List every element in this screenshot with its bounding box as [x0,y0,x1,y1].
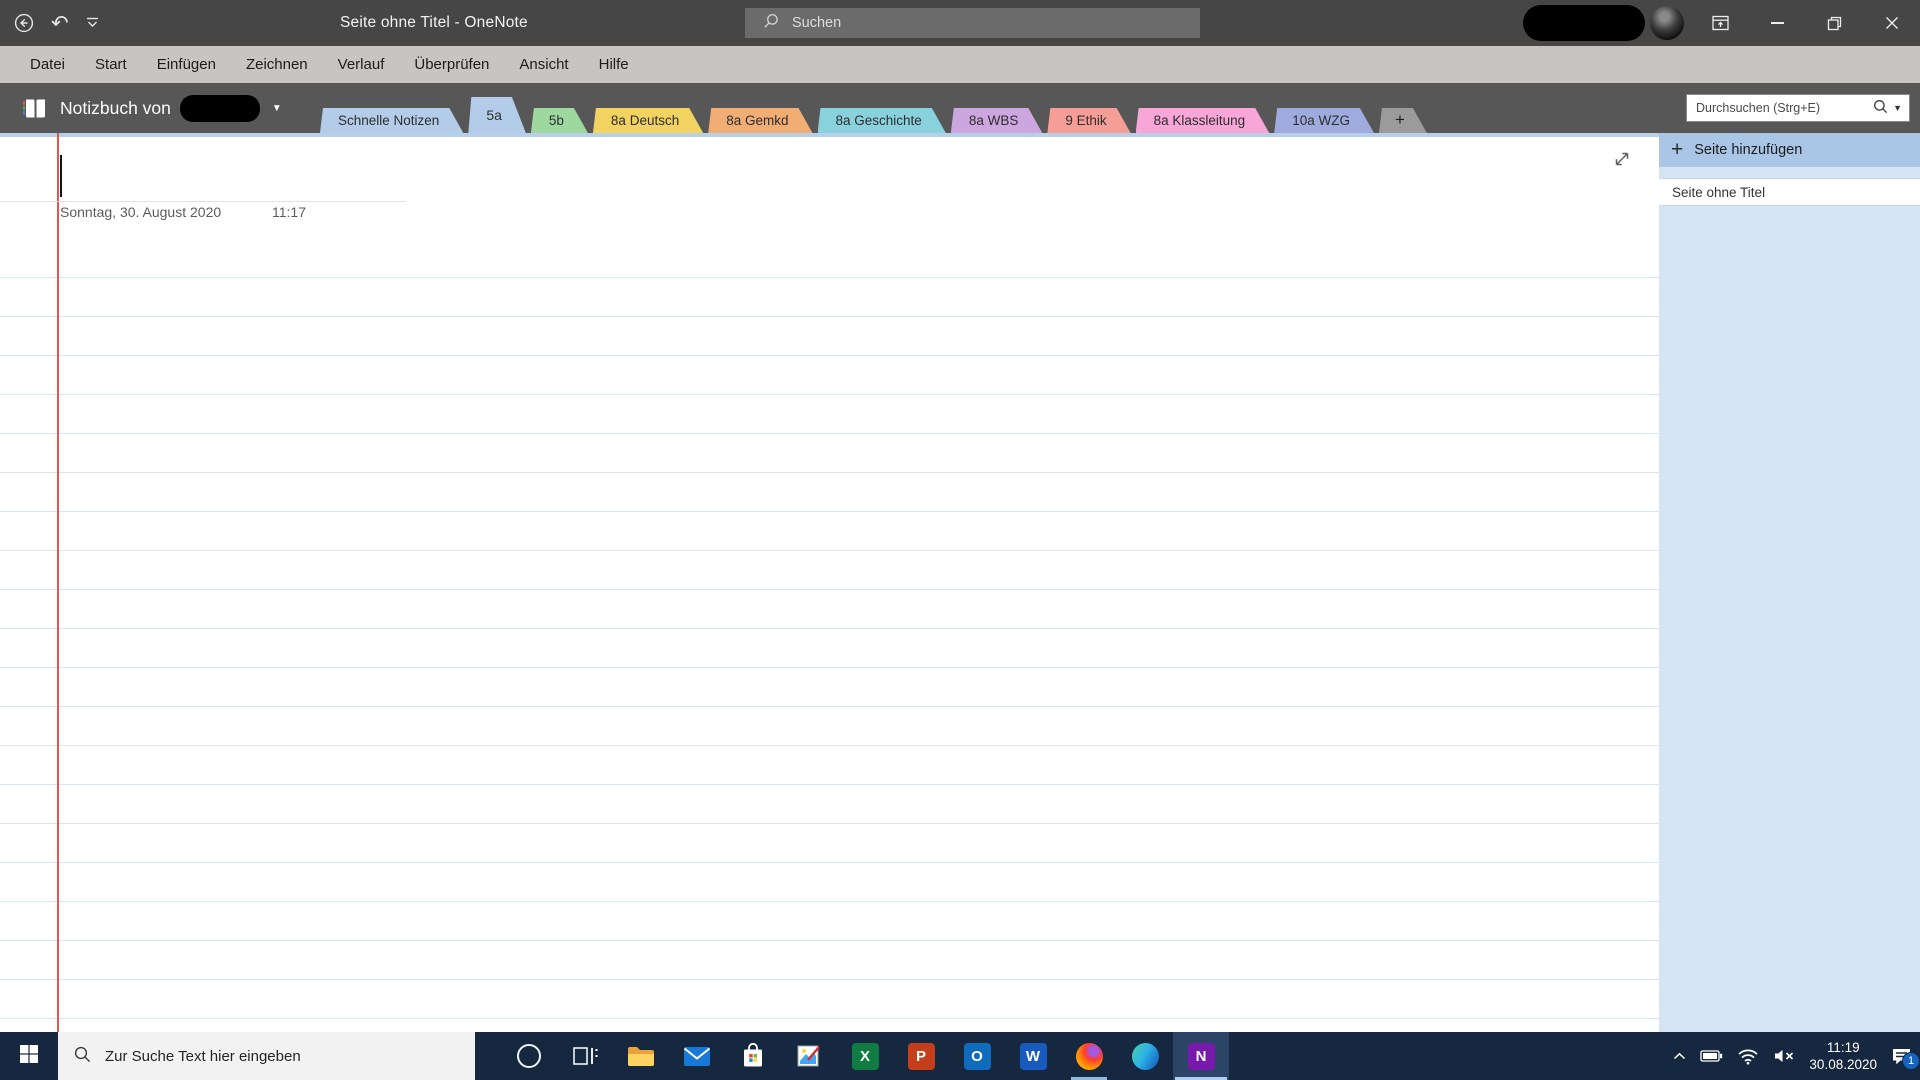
titlebar-search[interactable]: Suchen [745,8,1200,38]
text-cursor [60,155,62,197]
tray-time: 11:19 [1826,1040,1860,1055]
section-tabs: Schnelle Notizen 5a 5b 8a Deutsch 8a Gem… [320,97,1432,133]
menu-ueberpruefen[interactable]: Überprüfen [399,46,504,83]
content-area: Sonntag, 30. August 2020 11:17 + Seite h… [0,133,1920,1032]
titlebar-right-controls [1523,0,1920,46]
add-page-button[interactable]: + Seite hinzufügen [1659,133,1920,167]
search-icon [763,13,779,33]
redacted-notebook-name [179,94,260,122]
file-explorer-icon[interactable] [613,1032,669,1080]
ruled-lines [0,277,1659,1032]
paint-icon[interactable] [781,1032,837,1080]
volume-muted-icon[interactable] [1773,1048,1795,1064]
outlook-icon[interactable]: O [949,1032,1005,1080]
notebook-selector[interactable]: Notizbuch von ▼ [0,83,282,133]
menu-hilfe[interactable]: Hilfe [584,46,644,83]
page-list-sidebar: + Seite hinzufügen Seite ohne Titel [1659,133,1920,1032]
taskbar-search-input[interactable]: Zur Suche Text hier eingeben [58,1032,475,1080]
onenote-taskbar-icon[interactable]: N [1173,1032,1229,1080]
battery-icon[interactable] [1700,1050,1723,1062]
account-avatar[interactable] [1650,6,1684,40]
margin-line [57,133,59,1032]
page-title-underline [0,201,406,202]
add-section-button[interactable]: + [1379,108,1427,133]
page-list-item[interactable]: Seite ohne Titel [1659,178,1920,206]
tab-8a-gemkd[interactable]: 8a Gemkd [708,108,812,133]
powerpoint-icon[interactable]: P [893,1032,949,1080]
search-scope-caret-icon[interactable]: ▼ [1893,103,1902,113]
section-color-strip [0,133,1659,137]
word-icon[interactable]: W [1005,1032,1061,1080]
chevron-down-icon: ▼ [271,102,282,114]
add-page-label: Seite hinzufügen [1694,142,1803,158]
tray-date: 30.08.2020 [1809,1057,1877,1072]
taskbar-apps: X P O W N [501,1032,1229,1080]
windows-taskbar: Zur Suche Text hier eingeben X P O W N 1… [0,1032,1920,1080]
minimize-button[interactable] [1749,0,1806,46]
restore-button[interactable] [1806,0,1863,46]
titlebar-search-placeholder: Suchen [792,15,842,31]
page-canvas[interactable]: Sonntag, 30. August 2020 11:17 [0,133,1659,1032]
tab-8a-klassleitung[interactable]: 8a Klassleitung [1136,108,1270,133]
edge-icon[interactable] [1117,1032,1173,1080]
page-date: Sonntag, 30. August 2020 [60,204,222,220]
microsoft-store-icon[interactable] [725,1032,781,1080]
search-icon [1873,99,1888,117]
task-view-icon[interactable] [557,1032,613,1080]
menu-einfuegen[interactable]: Einfügen [142,46,231,83]
menu-zeichnen[interactable]: Zeichnen [231,46,323,83]
menu-start[interactable]: Start [80,46,142,83]
ribbon-menu-bar: Datei Start Einfügen Zeichnen Verlauf Üb… [0,46,1920,83]
mail-icon[interactable] [669,1032,725,1080]
onenote-window: ↶ Seite ohne Titel - OneNote Suchen Date… [0,0,1920,1080]
tab-9-ethik[interactable]: 9 Ethik [1047,108,1130,133]
quick-access-toolbar: ↶ [14,0,99,46]
page-search-placeholder: Durchsuchen (Strg+E) [1696,101,1821,115]
taskbar-search-placeholder: Zur Suche Text hier eingeben [105,1047,301,1065]
wifi-icon[interactable] [1737,1048,1759,1065]
close-button[interactable] [1863,0,1920,46]
system-tray: 11:19 30.08.2020 1 [1673,1032,1920,1080]
menu-ansicht[interactable]: Ansicht [504,46,583,83]
notebook-title: Notizbuch von [60,97,171,118]
customize-toolbar-icon[interactable] [86,17,99,29]
redacted-account-name [1523,5,1645,41]
undo-icon[interactable]: ↶ [51,13,69,34]
cortana-icon[interactable] [501,1032,557,1080]
tab-8a-deutsch[interactable]: 8a Deutsch [593,108,703,133]
page-time: 11:17 [272,204,306,220]
back-icon[interactable] [14,13,34,33]
tab-5a[interactable]: 5a [468,97,526,133]
search-icon [74,1046,91,1067]
tab-8a-geschichte[interactable]: 8a Geschichte [818,108,946,133]
excel-icon[interactable]: X [837,1032,893,1080]
page-search-input[interactable]: Durchsuchen (Strg+E) ▼ [1686,94,1910,122]
start-button[interactable] [0,1032,58,1080]
clock[interactable]: 11:19 30.08.2020 [1809,1039,1877,1073]
tab-10a-wzg[interactable]: 10a WZG [1274,108,1374,133]
tab-5b[interactable]: 5b [531,108,588,133]
title-bar: ↶ Seite ohne Titel - OneNote Suchen [0,0,1920,46]
windows-logo-icon [20,1044,38,1068]
menu-datei[interactable]: Datei [15,46,80,83]
ribbon-display-options-button[interactable] [1692,0,1749,46]
window-title: Seite ohne Titel - OneNote [340,14,528,31]
notification-badge: 1 [1902,1051,1920,1070]
firefox-icon[interactable] [1061,1032,1117,1080]
notebook-bar: Notizbuch von ▼ Schnelle Notizen 5a 5b 8… [0,83,1920,133]
fullscreen-expand-icon[interactable] [1608,145,1636,173]
menu-verlauf[interactable]: Verlauf [323,46,400,83]
tab-schnelle-notizen[interactable]: Schnelle Notizen [320,108,463,133]
tray-chevron-up-icon[interactable] [1673,1052,1686,1060]
tab-8a-wbs[interactable]: 8a WBS [951,108,1043,133]
plus-icon: + [1671,138,1684,161]
action-center-icon[interactable]: 1 [1891,1047,1920,1070]
notebook-icon [22,98,47,119]
